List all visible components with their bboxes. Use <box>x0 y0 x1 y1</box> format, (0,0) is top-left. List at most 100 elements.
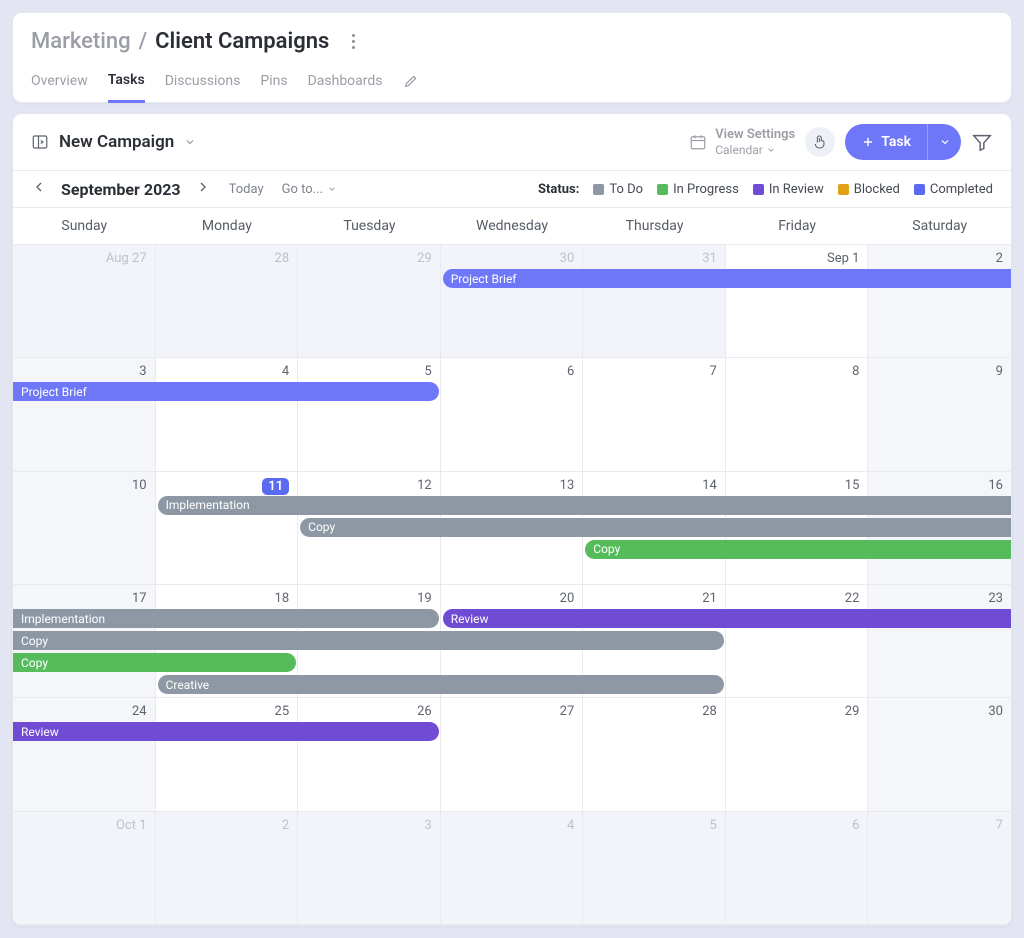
event-bar[interactable]: Creative <box>158 675 724 694</box>
tabs: Overview Tasks Discussions Pins Dashboards <box>13 60 1011 102</box>
date-label: 28 <box>164 251 290 266</box>
panel-layout-icon[interactable] <box>31 133 49 151</box>
calendar-cell[interactable]: 6 <box>441 358 584 471</box>
tab-pins[interactable]: Pins <box>260 64 287 102</box>
tab-discussions[interactable]: Discussions <box>165 64 241 102</box>
calendar-cell[interactable]: 8 <box>726 358 869 471</box>
toolbar: New Campaign View Settings Calendar <box>13 114 1011 171</box>
filter-button[interactable] <box>971 131 993 153</box>
status-legend: Status: To DoIn ProgressIn ReviewBlocked… <box>538 182 993 197</box>
calendar-cell[interactable]: Sep 1 <box>726 245 869 358</box>
status-in-progress: In Progress <box>657 182 739 197</box>
dow-label: Wednesday <box>441 208 584 244</box>
calendar-cell[interactable]: 29 <box>726 698 869 811</box>
date-label: 5 <box>306 364 432 379</box>
calendar-cell[interactable]: 4 <box>441 812 584 925</box>
calendar-cell[interactable]: Aug 27 <box>13 245 156 358</box>
add-task-button[interactable]: Task <box>845 124 961 160</box>
dow-header: SundayMondayTuesdayWednesdayThursdayFrid… <box>13 208 1011 245</box>
date-label: 31 <box>591 251 717 266</box>
date-label: 9 <box>876 364 1003 379</box>
view-name[interactable]: New Campaign <box>59 132 174 152</box>
prev-month-button[interactable] <box>31 179 47 199</box>
add-task-dropdown[interactable] <box>927 124 961 160</box>
page-menu-button[interactable] <box>341 30 365 54</box>
filter-icon <box>971 131 993 153</box>
event-bar[interactable]: Copy <box>585 540 1011 559</box>
calendar-cell[interactable]: 11 <box>156 472 299 585</box>
event-bar[interactable]: Implementation <box>13 609 439 628</box>
calendar-cell[interactable]: 7 <box>868 812 1011 925</box>
date-label: Aug 27 <box>21 251 147 266</box>
pointer-button[interactable] <box>805 127 835 157</box>
calendar-cell[interactable]: Oct 1 <box>13 812 156 925</box>
event-bar[interactable]: Implementation <box>158 496 1011 515</box>
date-label: 29 <box>306 251 432 266</box>
calendar-cell[interactable]: 30 <box>441 245 584 358</box>
chevron-down-icon <box>766 145 776 155</box>
date-label: 20 <box>449 591 575 606</box>
date-label: 8 <box>734 364 860 379</box>
date-label: 12 <box>306 478 432 493</box>
event-bar[interactable]: Review <box>443 609 1011 628</box>
calendar-cell[interactable]: 2 <box>868 245 1011 358</box>
status-blocked: Blocked <box>838 182 900 197</box>
calendar-cell[interactable]: 25 <box>156 698 299 811</box>
breadcrumb-separator: / <box>139 29 148 54</box>
date-label: 14 <box>591 478 717 493</box>
calendar-cell[interactable]: 9 <box>868 358 1011 471</box>
calendar-cell[interactable]: 6 <box>726 812 869 925</box>
edit-tabs-button[interactable] <box>403 64 419 102</box>
tab-overview[interactable]: Overview <box>31 64 88 102</box>
calendar-cell[interactable]: 10 <box>13 472 156 585</box>
tab-tasks[interactable]: Tasks <box>108 64 145 103</box>
calendar-cell[interactable]: 3 <box>298 812 441 925</box>
next-month-button[interactable] <box>195 179 211 199</box>
calendar-grid: Aug 2728293031Sep 1234567891011121314151… <box>13 245 1011 925</box>
event-bar[interactable]: Copy <box>300 518 1011 537</box>
event-bar[interactable]: Copy <box>13 631 724 650</box>
view-name-chevron-icon[interactable] <box>184 136 196 148</box>
calendar-cell[interactable]: 23 <box>868 585 1011 698</box>
calendar-cell[interactable]: 5 <box>298 358 441 471</box>
dow-label: Thursday <box>583 208 726 244</box>
calendar-cell[interactable]: 22 <box>726 585 869 698</box>
dow-label: Sunday <box>13 208 156 244</box>
event-bar[interactable]: Review <box>13 722 439 741</box>
breadcrumb-parent[interactable]: Marketing <box>31 29 131 54</box>
calendar-cell[interactable]: 31 <box>583 245 726 358</box>
date-label: 17 <box>21 591 147 606</box>
view-settings-button[interactable]: View Settings Calendar <box>689 127 795 157</box>
add-task-label: Task <box>881 134 911 150</box>
current-period: September 2023 <box>61 180 181 199</box>
date-label: 28 <box>591 704 717 719</box>
calendar-cell[interactable]: 28 <box>156 245 299 358</box>
date-label: 4 <box>449 818 575 833</box>
status-in-review: In Review <box>753 182 824 197</box>
date-label: 16 <box>876 478 1003 493</box>
calendar-cell[interactable]: 4 <box>156 358 299 471</box>
calendar-cell[interactable]: 5 <box>583 812 726 925</box>
date-label: 30 <box>876 704 1003 719</box>
goto-button[interactable]: Go to... <box>282 182 337 197</box>
calendar-cell[interactable]: 28 <box>583 698 726 811</box>
calendar-cell[interactable]: 3 <box>13 358 156 471</box>
calendar-cell[interactable]: 30 <box>868 698 1011 811</box>
event-bar[interactable]: Copy <box>13 653 296 672</box>
date-label: 2 <box>164 818 290 833</box>
dow-label: Tuesday <box>298 208 441 244</box>
date-label: 25 <box>164 704 290 719</box>
dow-label: Monday <box>156 208 299 244</box>
calendar-cell[interactable]: 24 <box>13 698 156 811</box>
calendar-cell[interactable]: 7 <box>583 358 726 471</box>
calendar-cell[interactable]: 26 <box>298 698 441 811</box>
event-bar[interactable]: Project Brief <box>13 382 439 401</box>
calendar-cell[interactable]: 2 <box>156 812 299 925</box>
date-label: 23 <box>876 591 1003 606</box>
calendar-cell[interactable]: 27 <box>441 698 584 811</box>
date-label: Sep 1 <box>734 251 860 266</box>
tab-dashboards[interactable]: Dashboards <box>308 64 383 102</box>
event-bar[interactable]: Project Brief <box>443 269 1011 288</box>
calendar-cell[interactable]: 29 <box>298 245 441 358</box>
today-button[interactable]: Today <box>229 182 264 197</box>
